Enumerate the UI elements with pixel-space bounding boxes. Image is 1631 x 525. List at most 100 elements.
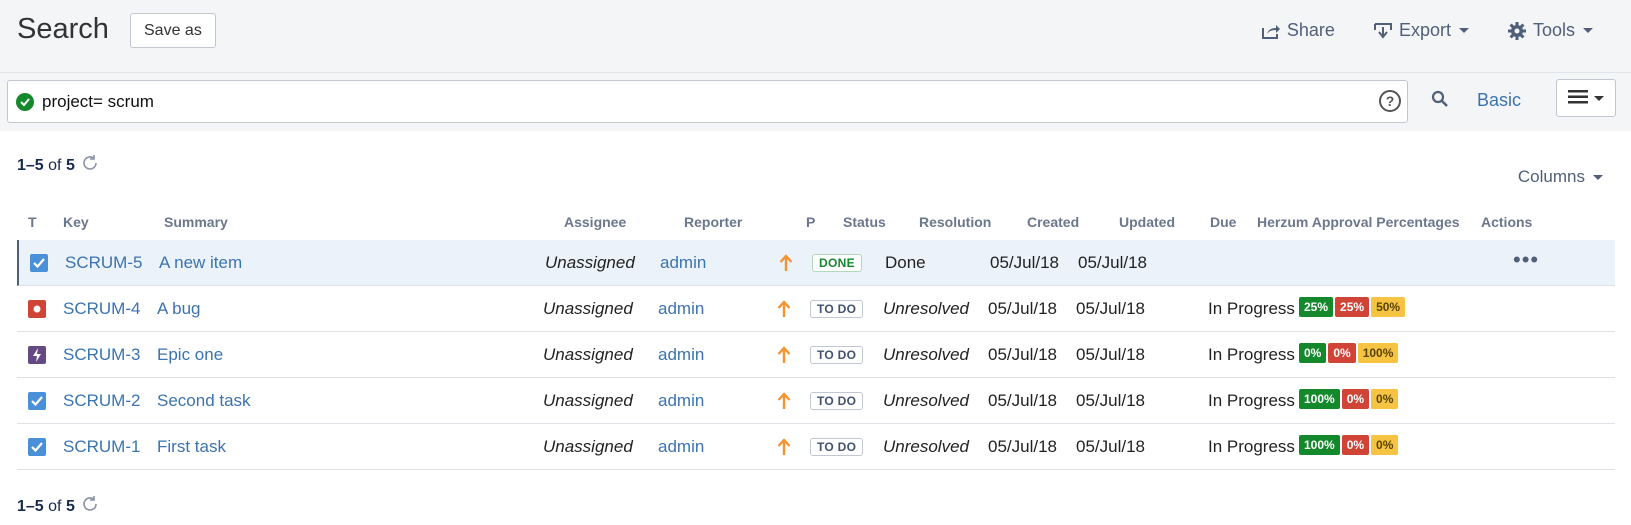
gear-icon xyxy=(1507,21,1527,41)
header-status[interactable]: Status xyxy=(843,214,886,230)
resolution: Unresolved xyxy=(883,391,969,410)
search-icon[interactable] xyxy=(1431,90,1449,111)
reporter-link[interactable]: admin xyxy=(660,253,706,273)
approval-pct-green: 100% xyxy=(1299,435,1340,455)
export-dropdown[interactable]: Export xyxy=(1373,20,1469,41)
issue-summary-link[interactable]: Second task xyxy=(157,391,251,411)
header-assignee[interactable]: Assignee xyxy=(564,214,626,230)
issue-summary-link[interactable]: First task xyxy=(157,437,226,457)
share-label: Share xyxy=(1286,20,1335,40)
refresh-icon[interactable] xyxy=(81,495,99,518)
updated-date: 05/Jul/18 xyxy=(1076,345,1145,364)
approval-pct-red: 0% xyxy=(1341,435,1370,455)
query-text: project= scrum xyxy=(42,91,154,111)
list-view-icon xyxy=(1568,89,1588,107)
resolution: Unresolved xyxy=(883,299,969,318)
table-row[interactable]: SCRUM-5 A new item Unassigned admin DONE… xyxy=(17,240,1615,286)
assignee: Unassigned xyxy=(545,253,635,272)
header-actions: Actions xyxy=(1481,214,1533,230)
reporter-link[interactable]: admin xyxy=(658,391,704,411)
save-as-button[interactable]: Save as xyxy=(130,13,216,48)
created-date: 05/Jul/18 xyxy=(988,299,1057,318)
export-label: Export xyxy=(1398,20,1451,40)
header-due[interactable]: Due xyxy=(1210,214,1236,230)
epic-icon xyxy=(28,346,46,364)
table-row[interactable]: SCRUM-3 Epic one Unassigned admin TO DO … xyxy=(17,332,1615,378)
table-row[interactable]: SCRUM-4 A bug Unassigned admin TO DO Unr… xyxy=(17,286,1615,332)
major-priority-icon xyxy=(777,346,791,367)
jql-query-input[interactable]: project= scrum ? xyxy=(7,80,1408,123)
refresh-icon[interactable] xyxy=(81,154,99,177)
major-priority-icon xyxy=(777,392,791,413)
approval-pct-yellow: 50% xyxy=(1371,297,1406,317)
header-key[interactable]: Key xyxy=(63,214,89,230)
assignee: Unassigned xyxy=(543,345,633,364)
task-icon xyxy=(28,438,46,456)
header-herzum[interactable]: Herzum Approval Percentages xyxy=(1257,214,1460,230)
reporter-link[interactable]: admin xyxy=(658,299,704,319)
issue-summary-link[interactable]: A new item xyxy=(159,253,242,273)
task-icon xyxy=(30,254,48,272)
reporter-link[interactable]: admin xyxy=(658,345,704,365)
resolution: Done xyxy=(885,253,926,272)
help-icon[interactable]: ? xyxy=(1379,90,1401,112)
header-created[interactable]: Created xyxy=(1027,214,1079,230)
assignee: Unassigned xyxy=(543,299,633,318)
columns-label: Columns xyxy=(1517,167,1585,186)
header-type[interactable]: T xyxy=(28,214,37,230)
table-row[interactable]: SCRUM-2 Second task Unassigned admin TO … xyxy=(17,378,1615,424)
columns-dropdown[interactable]: Columns xyxy=(1518,167,1603,187)
reporter-link[interactable]: admin xyxy=(658,437,704,457)
resolution: Unresolved xyxy=(883,437,969,456)
status-lozenge: TO DO xyxy=(810,346,864,364)
header-priority[interactable]: P xyxy=(806,214,815,230)
issue-summary-link[interactable]: Epic one xyxy=(157,345,223,365)
issue-key-link[interactable]: SCRUM-2 xyxy=(63,391,140,411)
major-priority-icon xyxy=(777,300,791,321)
result-total: 5 xyxy=(65,156,75,174)
status-lozenge: TO DO xyxy=(810,392,864,410)
assignee: Unassigned xyxy=(543,391,633,410)
result-range: 1–5 xyxy=(17,497,44,515)
tools-dropdown[interactable]: Tools xyxy=(1507,20,1593,41)
updated-date: 05/Jul/18 xyxy=(1076,437,1145,456)
table-row[interactable]: SCRUM-1 First task Unassigned admin TO D… xyxy=(17,424,1615,470)
basic-search-link[interactable]: Basic xyxy=(1477,90,1521,111)
approval-pct-green: 0% xyxy=(1299,343,1327,363)
task-icon xyxy=(28,392,46,410)
issue-key-link[interactable]: SCRUM-3 xyxy=(63,345,140,365)
approval-pct-yellow: 0% xyxy=(1371,435,1399,455)
result-count-bottom: 1–5 of 5 xyxy=(17,495,99,518)
issue-summary-link[interactable]: A bug xyxy=(157,299,201,319)
header-resolution[interactable]: Resolution xyxy=(919,214,991,230)
header-actions: Share Export Tools xyxy=(1261,20,1593,41)
issue-key-link[interactable]: SCRUM-1 xyxy=(63,437,140,457)
approval-pct-green: 25% xyxy=(1299,297,1334,317)
result-total: 5 xyxy=(65,497,75,515)
created-date: 05/Jul/18 xyxy=(988,391,1057,410)
view-switcher-button[interactable] xyxy=(1556,79,1616,117)
header-reporter[interactable]: Reporter xyxy=(684,214,742,230)
major-priority-icon xyxy=(777,438,791,459)
issue-key-link[interactable]: SCRUM-4 xyxy=(63,299,140,319)
tools-label: Tools xyxy=(1532,20,1575,40)
approval-pct-yellow: 0% xyxy=(1371,389,1399,409)
status-lozenge: DONE xyxy=(812,254,862,272)
more-actions-icon[interactable]: ••• xyxy=(1513,247,1539,273)
header-summary[interactable]: Summary xyxy=(164,214,228,230)
header-updated[interactable]: Updated xyxy=(1119,214,1175,230)
resolution: Unresolved xyxy=(883,345,969,364)
approval-percentages: 25% 25% 50% xyxy=(1299,297,1406,317)
approval-pct-red: 0% xyxy=(1328,343,1356,363)
approval-status: In Progress xyxy=(1208,391,1295,410)
page-title: Search xyxy=(17,13,109,45)
updated-date: 05/Jul/18 xyxy=(1076,391,1145,410)
share-button[interactable]: Share xyxy=(1261,20,1335,41)
approval-percentages: 100% 0% 0% xyxy=(1299,435,1399,455)
approval-status: In Progress xyxy=(1208,299,1295,318)
approval-status: In Progress xyxy=(1208,345,1295,364)
page-header: Search Save as Share Export Tools xyxy=(0,0,1631,73)
issue-key-link[interactable]: SCRUM-5 xyxy=(65,253,142,273)
created-date: 05/Jul/18 xyxy=(990,253,1059,272)
approval-pct-red: 25% xyxy=(1335,297,1370,317)
